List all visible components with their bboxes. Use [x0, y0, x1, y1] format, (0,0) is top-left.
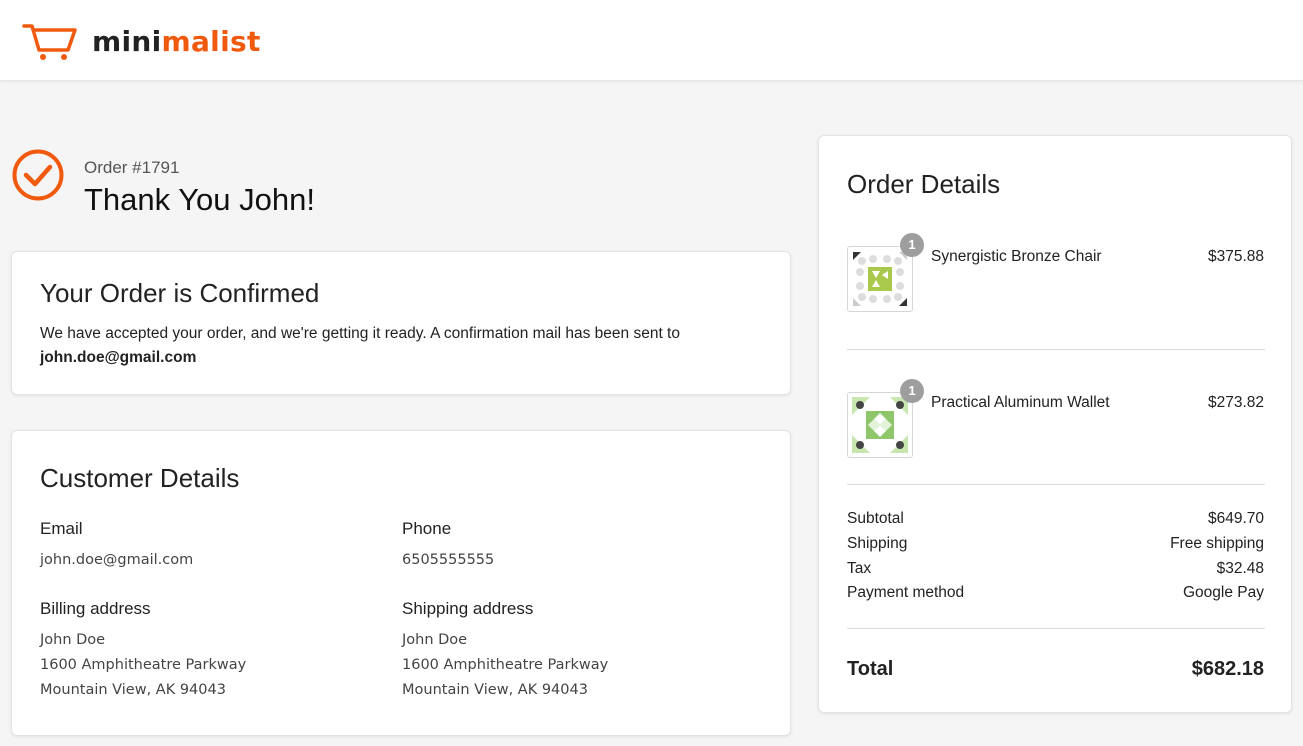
confirmation-message: We have accepted your order, and we're g…: [40, 325, 680, 342]
customer-details-title: Customer Details: [40, 463, 240, 493]
order-details-title: Order Details: [847, 169, 1001, 199]
shopping-cart-icon: [22, 24, 77, 60]
shipping-line2: Mountain View, AK 94043: [402, 682, 588, 698]
confirmation-email: john.doe@gmail.com: [40, 349, 197, 366]
item-price: $375.88: [1207, 248, 1264, 265]
product-thumbnail[interactable]: [847, 246, 913, 312]
quantity-badge: 1: [900, 379, 924, 403]
billing-address-label: Billing address: [40, 599, 151, 618]
shipping-address: John Doe 1600 Amphitheatre Parkway Mount…: [402, 628, 608, 703]
billing-name: John Doe: [40, 632, 106, 648]
total-label: Total: [847, 658, 894, 680]
page-title: Thank You John!: [84, 182, 315, 217]
payment-method-value: Google Pay: [1183, 584, 1264, 601]
item-name[interactable]: Practical Aluminum Wallet: [931, 394, 1110, 412]
billing-line2: Mountain View, AK 94043: [40, 682, 226, 698]
item-price: $273.82: [1207, 394, 1264, 411]
email-label: Email: [40, 519, 83, 538]
email-value: john.doe@gmail.com: [40, 552, 194, 568]
item-name[interactable]: Synergistic Bronze Chair: [931, 248, 1102, 266]
shipping-name: John Doe: [402, 632, 468, 648]
check-circle-icon: [12, 149, 64, 201]
shipping-value: Free shipping: [1170, 535, 1264, 552]
shipping-line1: 1600 Amphitheatre Parkway: [402, 657, 609, 673]
shipping-address-label: Shipping address: [402, 599, 534, 618]
tax-value: $32.48: [1216, 560, 1264, 577]
billing-address: John Doe 1600 Amphitheatre Parkway Mount…: [40, 628, 246, 703]
subtotal-value: $649.70: [1207, 510, 1264, 527]
divider: [847, 628, 1265, 629]
confirmation-message-block: We have accepted your order, and we're g…: [40, 322, 760, 370]
divider: [847, 484, 1265, 485]
wallet-image-icon: [852, 397, 908, 453]
phone-label: Phone: [402, 519, 452, 538]
confirmation-title: Your Order is Confirmed: [40, 278, 320, 308]
brand-name: minimalist: [92, 24, 261, 58]
phone-value: 6505555555: [402, 552, 495, 568]
billing-line1: 1600 Amphitheatre Parkway: [40, 657, 247, 673]
product-thumbnail[interactable]: [847, 392, 913, 458]
total-value: $682.18: [1191, 658, 1264, 680]
quantity-badge: 1: [900, 233, 924, 257]
shipping-label: Shipping: [847, 535, 908, 552]
subtotal-label: Subtotal: [847, 510, 904, 527]
order-details-card: Order Details 1 Synergistic Bronze Chair…: [818, 135, 1292, 713]
brand-logo[interactable]: minimalist: [22, 20, 261, 62]
tax-label: Tax: [847, 560, 872, 577]
payment-method-label: Payment method: [847, 584, 965, 601]
customer-details-card: Customer Details Email john.doe@gmail.co…: [11, 430, 791, 736]
confirmation-card: Your Order is Confirmed We have accepted…: [11, 251, 791, 395]
site-header: minimalist: [0, 0, 1303, 81]
chair-image-icon: [853, 252, 907, 306]
order-number: Order #1791: [84, 158, 180, 177]
divider: [847, 349, 1265, 350]
